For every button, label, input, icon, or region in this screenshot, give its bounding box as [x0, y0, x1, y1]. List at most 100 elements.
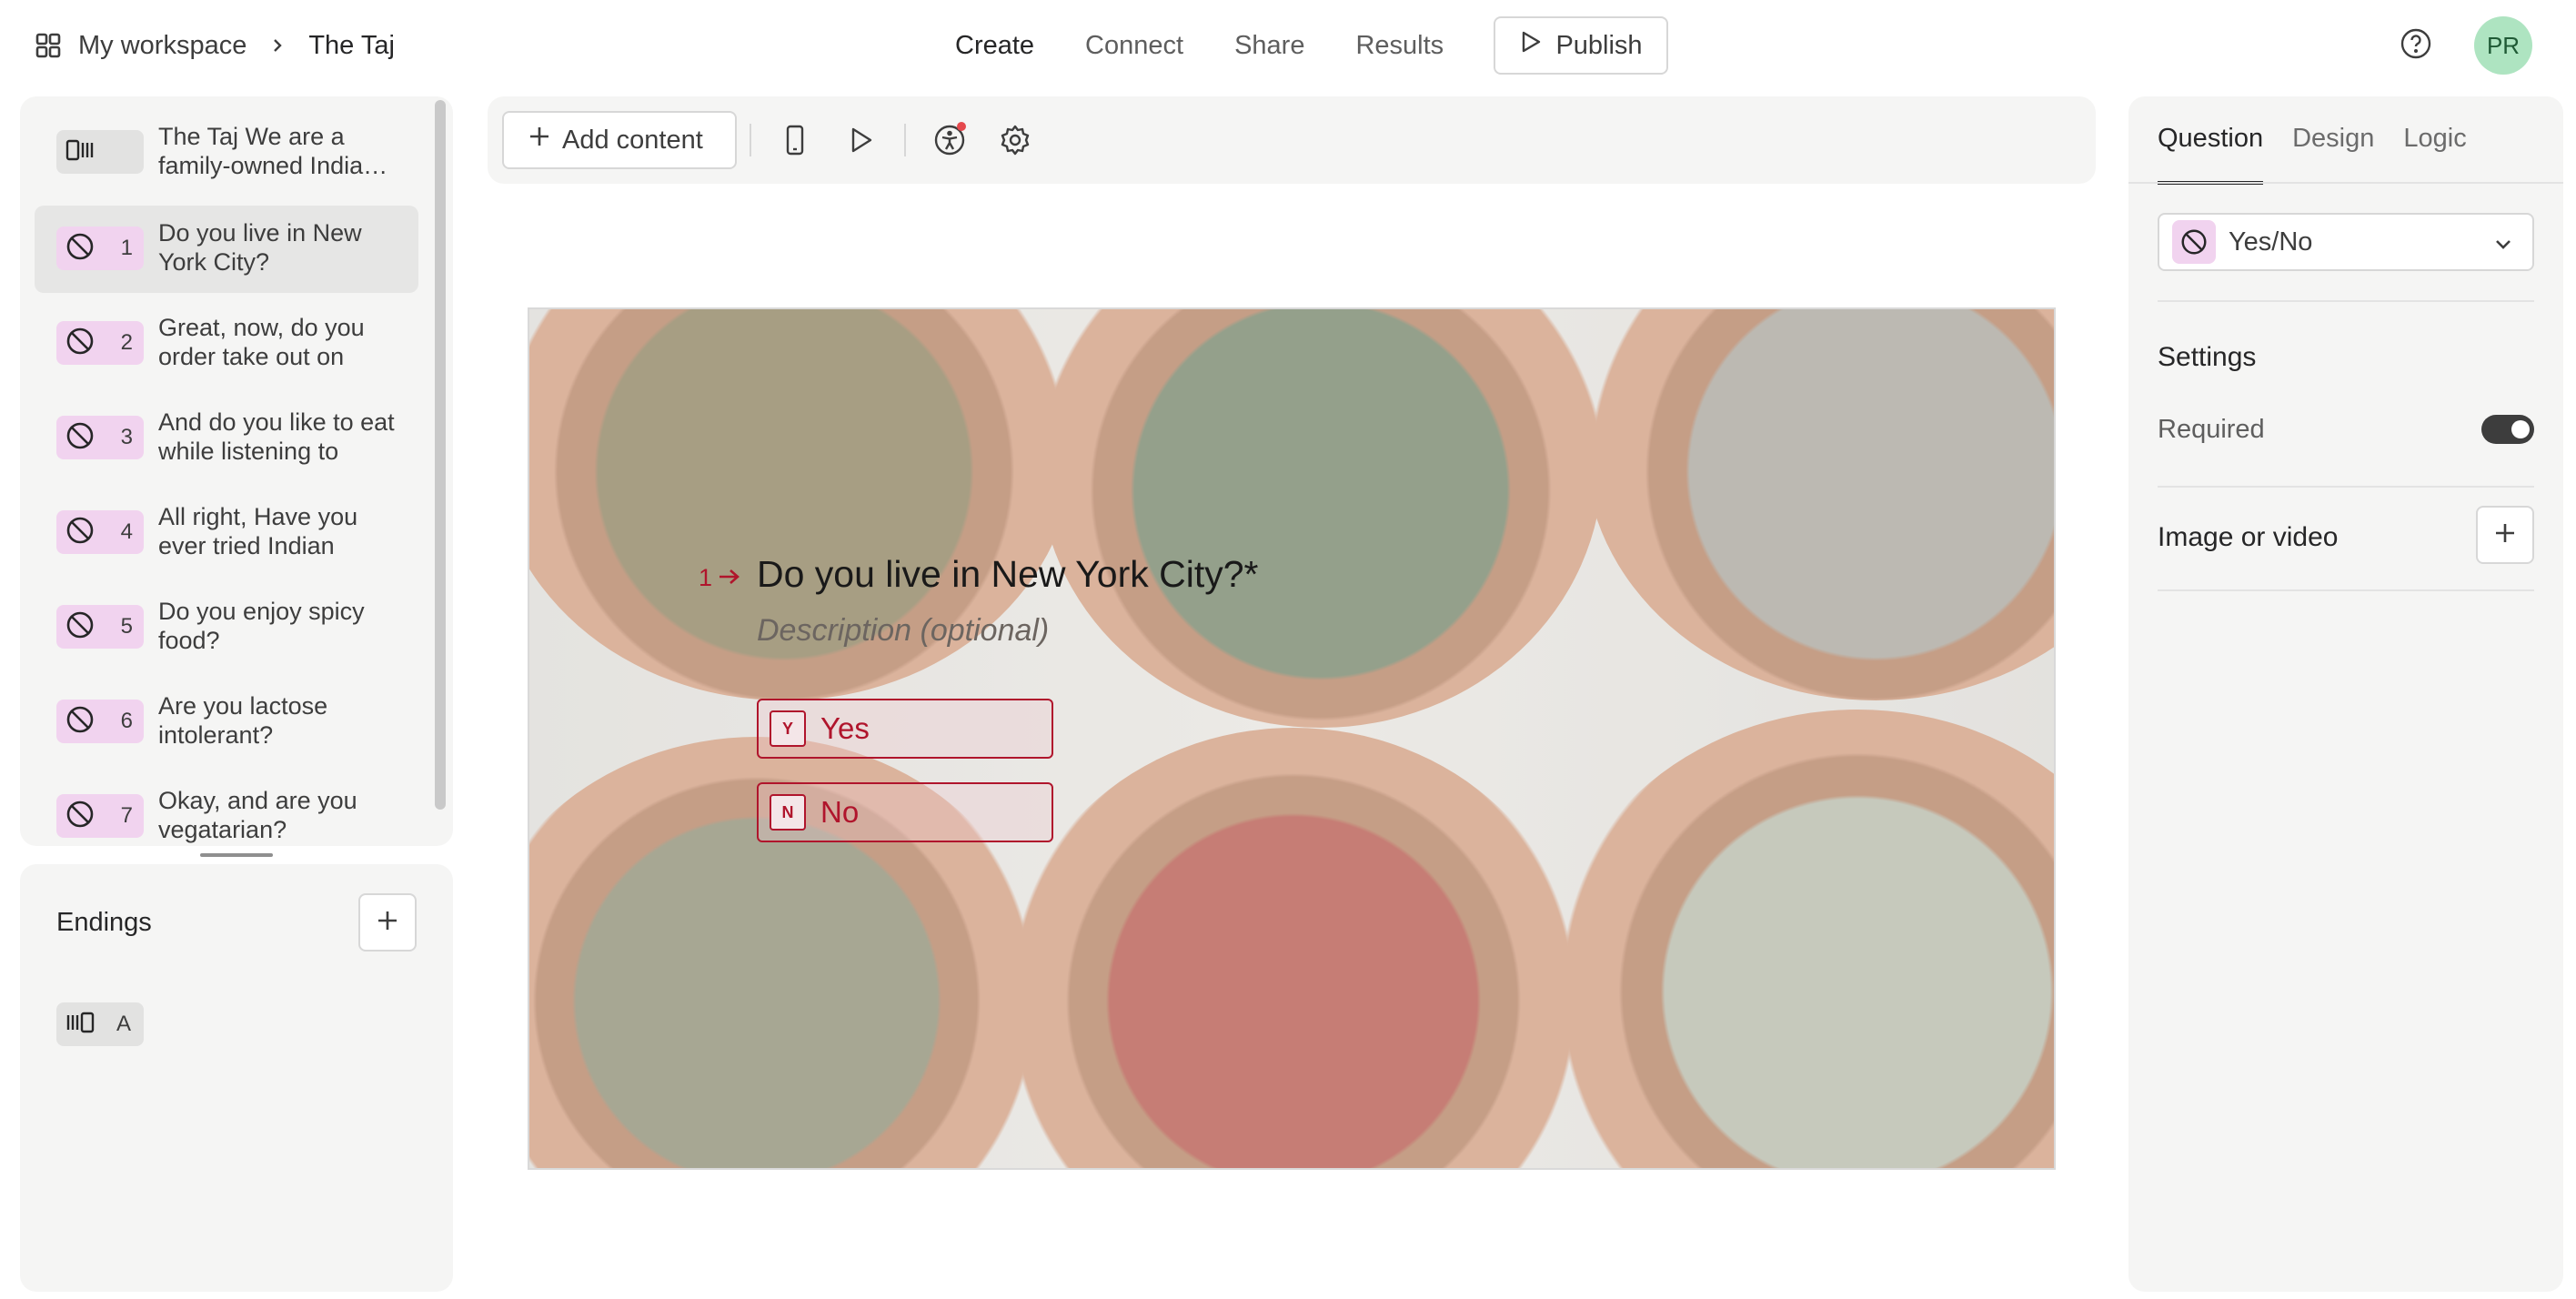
- yes-no-icon: [64, 609, 96, 646]
- arrow-right-icon: [718, 564, 741, 592]
- question-description-input[interactable]: Description (optional): [757, 613, 1049, 649]
- plus-icon: [528, 125, 551, 156]
- ending-screen-icon: [64, 1008, 96, 1042]
- add-media-button[interactable]: [2476, 506, 2534, 564]
- add-content-label: Add content: [562, 125, 703, 155]
- tab-design[interactable]: Design: [2292, 124, 2374, 185]
- chevron-right-icon: [267, 35, 288, 56]
- list-item-question-4[interactable]: 4 All right, Have you ever tried Indian: [35, 489, 418, 577]
- settings-tabs: Question Design Logic: [2158, 124, 2467, 185]
- yes-no-icon: [2172, 220, 2216, 264]
- list-item-question-2[interactable]: 2 Great, now, do you order take out on: [35, 300, 418, 388]
- question-type-badge: 1: [56, 227, 144, 270]
- list-item-welcome[interactable]: The Taj We are a family-owned Indian res…: [35, 109, 418, 196]
- list-item-text: Do you enjoy spicy food?: [158, 598, 365, 654]
- question-type-dropdown[interactable]: Yes/No: [2158, 213, 2534, 271]
- question-number: 1: [120, 236, 133, 260]
- resize-handle[interactable]: [200, 853, 273, 857]
- notification-dot: [957, 122, 966, 131]
- settings-heading: Settings: [2158, 342, 2257, 372]
- list-item-text: And do you like to eat while listening t…: [158, 408, 395, 465]
- mobile-preview-icon[interactable]: [775, 120, 815, 160]
- list-item-text: All right, Have you ever tried Indian: [158, 503, 358, 559]
- question-number: 2: [120, 330, 133, 355]
- choice-yes[interactable]: Y Yes: [757, 699, 1053, 759]
- add-ending-button[interactable]: [358, 893, 417, 952]
- question-type-badge: 3: [56, 416, 144, 459]
- add-content-button[interactable]: Add content: [502, 111, 737, 169]
- nav-results[interactable]: Results: [1355, 31, 1444, 61]
- plus-icon: [376, 909, 399, 937]
- question-list-panel: The Taj We are a family-owned Indian res…: [20, 96, 453, 846]
- yes-no-icon: [64, 514, 96, 551]
- ending-item-a[interactable]: A: [56, 1002, 144, 1046]
- list-item-text: Okay, and are you vegatarian?: [158, 787, 357, 843]
- nav-share[interactable]: Share: [1234, 31, 1304, 61]
- list-item-text: The Taj We are a family-owned Indian res…: [158, 123, 377, 179]
- breadcrumb-workspace-link[interactable]: My workspace: [78, 31, 247, 61]
- preview-play-icon[interactable]: [840, 120, 880, 160]
- play-icon: [1519, 30, 1543, 61]
- user-avatar[interactable]: PR: [2474, 16, 2532, 75]
- question-number: 7: [120, 803, 133, 828]
- top-bar: My workspace The Taj Create Connect Shar…: [0, 0, 2576, 91]
- tabs-divider: [2128, 182, 2563, 184]
- settings-gear-icon[interactable]: [995, 120, 1035, 160]
- tab-logic[interactable]: Logic: [2403, 124, 2466, 185]
- divider: [2158, 589, 2534, 591]
- yes-no-icon: [64, 230, 96, 267]
- nav-create[interactable]: Create: [955, 31, 1034, 61]
- endings-title: Endings: [56, 908, 152, 937]
- question-type-badge: 7: [56, 794, 144, 838]
- question-type-badge: 2: [56, 321, 144, 365]
- help-icon[interactable]: [2398, 25, 2434, 62]
- list-item-question-3[interactable]: 3 And do you like to eat while listening…: [35, 395, 418, 482]
- question-title-input[interactable]: Do you live in New York City?*: [757, 553, 1258, 596]
- list-item-text: Great, now, do you order take out on: [158, 314, 365, 370]
- question-number-marker: 1: [699, 564, 741, 592]
- question-number: 4: [120, 519, 133, 544]
- toolbar-divider: [750, 124, 751, 156]
- list-item-question-1[interactable]: 1 Do you live in New York City?: [35, 206, 418, 293]
- list-item-question-5[interactable]: 5 Do you enjoy spicy food?: [35, 584, 418, 671]
- question-settings-panel: Question Design Logic Yes/No Settings Re…: [2128, 96, 2563, 1292]
- toolbar-divider: [904, 124, 906, 156]
- breadcrumb: My workspace The Taj: [33, 25, 395, 65]
- required-toggle[interactable]: [2481, 415, 2534, 444]
- question-type-label: Yes/No: [2229, 227, 2313, 257]
- divider: [2158, 300, 2534, 302]
- list-item-text: Do you live in New York City?: [158, 219, 362, 276]
- required-label: Required: [2158, 415, 2265, 444]
- accessibility-icon[interactable]: [930, 120, 970, 160]
- main-nav: Create Connect Share Results: [955, 16, 1494, 75]
- yes-no-icon: [64, 703, 96, 740]
- list-item-text: Are you lactose intolerant?: [158, 692, 328, 749]
- publish-label: Publish: [1555, 30, 1643, 60]
- nav-connect[interactable]: Connect: [1085, 31, 1183, 61]
- welcome-screen-icon: [64, 136, 96, 169]
- yes-no-icon: [64, 419, 96, 457]
- endings-panel: Endings A: [20, 864, 453, 1292]
- question-type-badge: 5: [56, 605, 144, 649]
- choice-no[interactable]: N No: [757, 782, 1053, 842]
- list-item-question-6[interactable]: 6 Are you lactose intolerant?: [35, 679, 418, 766]
- workspace-grid-icon[interactable]: [33, 30, 64, 61]
- ending-label: A: [116, 1012, 131, 1036]
- editor-toolbar: Add content: [488, 96, 2096, 184]
- form-preview-canvas[interactable]: 1 Do you live in New York City?* Descrip…: [528, 307, 2056, 1170]
- question-number: 3: [120, 425, 133, 449]
- welcome-screen-badge: [56, 130, 144, 174]
- yes-no-icon: [64, 325, 96, 362]
- tab-question[interactable]: Question: [2158, 124, 2264, 185]
- publish-button[interactable]: Publish: [1494, 16, 1668, 75]
- breadcrumb-form-name[interactable]: The Taj: [308, 31, 395, 61]
- question-number: 6: [120, 709, 133, 733]
- list-item-question-7[interactable]: 7 Okay, and are you vegatarian?: [35, 773, 418, 846]
- image-or-video-label: Image or video: [2158, 522, 2339, 552]
- chevron-down-icon: [2490, 231, 2516, 257]
- question-type-badge: 6: [56, 700, 144, 743]
- choice-key: Y: [770, 710, 806, 747]
- question-list-scrollbar[interactable]: [435, 100, 446, 810]
- choice-label: Yes: [820, 711, 870, 745]
- plus-icon: [2493, 521, 2517, 549]
